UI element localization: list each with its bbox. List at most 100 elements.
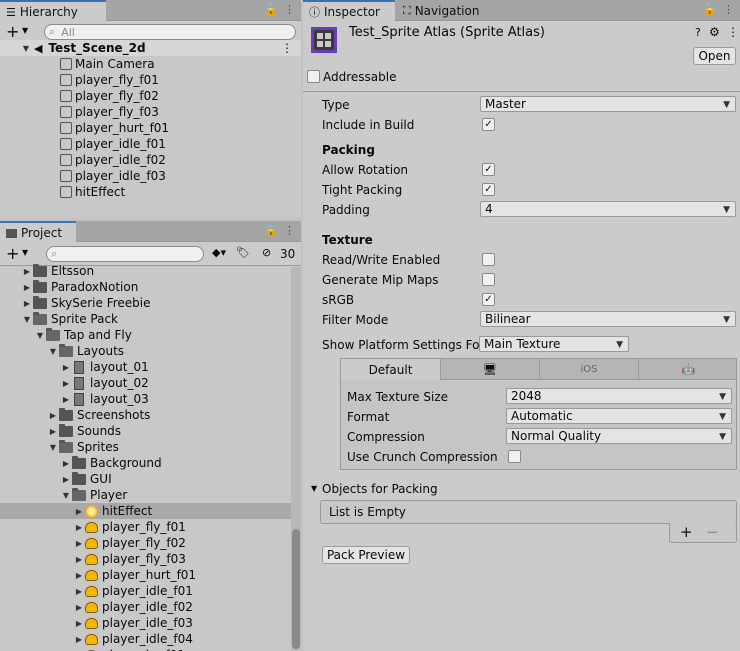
add-icon[interactable]: + xyxy=(6,244,19,263)
fold-open-icon[interactable]: ▼ xyxy=(60,489,72,501)
filter-by-label-icon[interactable]: 🏷 xyxy=(236,246,250,259)
project-tree-item[interactable]: ▶player_ko_f01 xyxy=(0,647,291,651)
project-tree-item[interactable]: ▶ ParadoxNotion xyxy=(0,279,291,295)
project-tree-item[interactable]: ▶ player_fly_f02 xyxy=(0,535,291,551)
project-tree-item[interactable]: ▶ Sounds xyxy=(0,423,291,439)
fold-closed-icon[interactable]: ▶ xyxy=(73,569,85,581)
fold-closed-icon[interactable]: ▶ xyxy=(73,521,85,533)
menu-icon[interactable]: ⋮ xyxy=(284,224,295,237)
platform-tab-android[interactable]: 🤖 xyxy=(639,359,738,380)
project-tree-item[interactable]: ▶ hitEffect xyxy=(0,503,291,519)
hierarchy-search-input[interactable]: ⌕ All xyxy=(44,24,296,40)
fold-open-icon[interactable]: ▼ xyxy=(34,329,46,341)
project-tree-item[interactable]: ▶ layout_01 xyxy=(0,359,291,375)
project-tree-item[interactable]: ▶ player_idle_f01 xyxy=(0,583,291,599)
project-tree-item[interactable]: ▶ Screenshots xyxy=(0,407,291,423)
fold-open-icon[interactable]: ▼ xyxy=(20,42,32,54)
read-write-checkbox[interactable] xyxy=(482,253,495,266)
project-tree-item[interactable]: ▼ Layouts xyxy=(0,343,291,359)
project-tree-item[interactable]: ▼ Player xyxy=(0,487,291,503)
project-search-input[interactable]: ⌕ xyxy=(46,246,204,262)
allow-rotation-checkbox[interactable]: ✓ xyxy=(482,163,495,176)
fold-closed-icon[interactable]: ▶ xyxy=(47,425,59,437)
format-dropdown[interactable]: Automatic ▼ xyxy=(506,408,732,424)
hierarchy-object-row[interactable]: player_idle_f01 xyxy=(0,136,301,152)
platform-tab-standalone[interactable]: 🖥 xyxy=(441,359,540,380)
fold-closed-icon[interactable]: ▶ xyxy=(47,409,59,421)
project-tree-item[interactable]: ▼ Sprites xyxy=(0,439,291,455)
hierarchy-object-row[interactable]: player_idle_f03 xyxy=(0,168,301,184)
project-tree-item[interactable]: ▶ player_idle_f02 xyxy=(0,599,291,615)
hierarchy-object-row[interactable]: player_hurt_f01 xyxy=(0,120,301,136)
fold-closed-icon[interactable]: ▶ xyxy=(21,297,33,309)
settings-icon[interactable]: ⚙ xyxy=(709,25,720,39)
project-tree-item[interactable]: ▶ layout_03 xyxy=(0,391,291,407)
project-tree-item[interactable]: ▶ SkySerie Freebie xyxy=(0,295,291,311)
remove-item-button[interactable]: − xyxy=(706,523,719,541)
fold-closed-icon[interactable]: ▶ xyxy=(73,585,85,597)
scene-menu-icon[interactable]: ⋮ xyxy=(281,41,293,55)
platform-tab-ios[interactable]: iOS xyxy=(540,359,639,380)
project-tree-item[interactable]: ▶ Background xyxy=(0,455,291,471)
project-tree-item[interactable]: ▶ GUI xyxy=(0,471,291,487)
hierarchy-object-row[interactable]: player_idle_f02 xyxy=(0,152,301,168)
fold-closed-icon[interactable]: ▶ xyxy=(73,505,85,517)
project-tree-item[interactable]: ▶ player_idle_f04 xyxy=(0,631,291,647)
crunch-checkbox[interactable] xyxy=(508,450,521,463)
fold-closed-icon[interactable]: ▶ xyxy=(73,553,85,565)
filter-dropdown[interactable]: Bilinear ▼ xyxy=(480,311,736,327)
fold-open-icon[interactable]: ▼ xyxy=(21,313,33,325)
platform-tab-default[interactable]: Default xyxy=(341,359,441,380)
add-item-button[interactable]: + xyxy=(680,523,693,541)
dropdown-icon[interactable]: ▼ xyxy=(22,248,28,257)
pack-preview-button[interactable]: Pack Preview xyxy=(322,546,410,564)
project-tree-item[interactable]: ▶ player_fly_f01 xyxy=(0,519,291,535)
lock-icon[interactable]: 🔒 xyxy=(264,3,278,16)
tight-packing-checkbox[interactable]: ✓ xyxy=(482,183,495,196)
lock-icon[interactable]: 🔒 xyxy=(264,224,278,237)
hidden-packages-icon[interactable]: ⊘ xyxy=(262,246,271,259)
lock-icon[interactable]: 🔒 xyxy=(703,3,717,16)
hierarchy-object-row[interactable]: Main Camera xyxy=(0,56,301,72)
tab-inspector[interactable]: ⓘ Inspector xyxy=(303,0,395,22)
open-button[interactable]: Open xyxy=(693,47,736,65)
menu-icon[interactable]: ⋮ xyxy=(284,3,295,16)
help-icon[interactable]: ? xyxy=(695,26,701,39)
fold-closed-icon[interactable]: ▶ xyxy=(73,633,85,645)
fold-open-icon[interactable]: ▼ xyxy=(47,441,59,453)
fold-closed-icon[interactable]: ▶ xyxy=(73,617,85,629)
fold-open-icon[interactable]: ▼ xyxy=(47,345,59,357)
menu-icon[interactable]: ⋮ xyxy=(723,3,734,16)
project-tree-item[interactable]: ▶ Eltsson xyxy=(0,263,291,279)
project-tree-item[interactable]: ▶ player_idle_f03 xyxy=(0,615,291,631)
platform-dropdown[interactable]: Main Texture ▼ xyxy=(479,336,629,352)
fold-closed-icon[interactable]: ▶ xyxy=(21,281,33,293)
fold-closed-icon[interactable]: ▶ xyxy=(73,601,85,613)
dropdown-icon[interactable]: ▼ xyxy=(22,26,28,35)
fold-closed-icon[interactable]: ▶ xyxy=(60,361,72,373)
compression-dropdown[interactable]: Normal Quality ▼ xyxy=(506,428,732,444)
type-dropdown[interactable]: Master ▼ xyxy=(480,96,736,112)
fold-closed-icon[interactable]: ▶ xyxy=(73,537,85,549)
hierarchy-object-row[interactable]: player_fly_f02 xyxy=(0,88,301,104)
srgb-checkbox[interactable]: ✓ xyxy=(482,293,495,306)
project-scrollbar[interactable] xyxy=(291,267,301,651)
more-icon[interactable]: ⋮ xyxy=(727,25,739,39)
fold-closed-icon[interactable]: ▶ xyxy=(60,473,72,485)
fold-closed-icon[interactable]: ▶ xyxy=(21,265,33,277)
tab-hierarchy[interactable]: ☰ Hierarchy xyxy=(0,0,106,22)
project-tree-item[interactable]: ▶ player_fly_f03 xyxy=(0,551,291,567)
project-tree-item[interactable]: ▶ player_hurt_f01 xyxy=(0,567,291,583)
project-scrollbar-thumb[interactable] xyxy=(292,529,300,649)
fold-closed-icon[interactable]: ▶ xyxy=(60,457,72,469)
mipmaps-checkbox[interactable] xyxy=(482,273,495,286)
tab-navigation[interactable]: ⛶ Navigation xyxy=(397,0,487,21)
tab-project[interactable]: Project xyxy=(0,221,76,243)
project-tree-item[interactable]: ▶ layout_02 xyxy=(0,375,291,391)
max-size-dropdown[interactable]: 2048 ▼ xyxy=(506,388,732,404)
fold-closed-icon[interactable]: ▶ xyxy=(60,377,72,389)
include-checkbox[interactable]: ✓ xyxy=(482,118,495,131)
project-tree-item[interactable]: ▼ Sprite Pack xyxy=(0,311,291,327)
project-tree-item[interactable]: ▼ Tap and Fly xyxy=(0,327,291,343)
fold-open-icon[interactable]: ▼ xyxy=(311,484,317,493)
